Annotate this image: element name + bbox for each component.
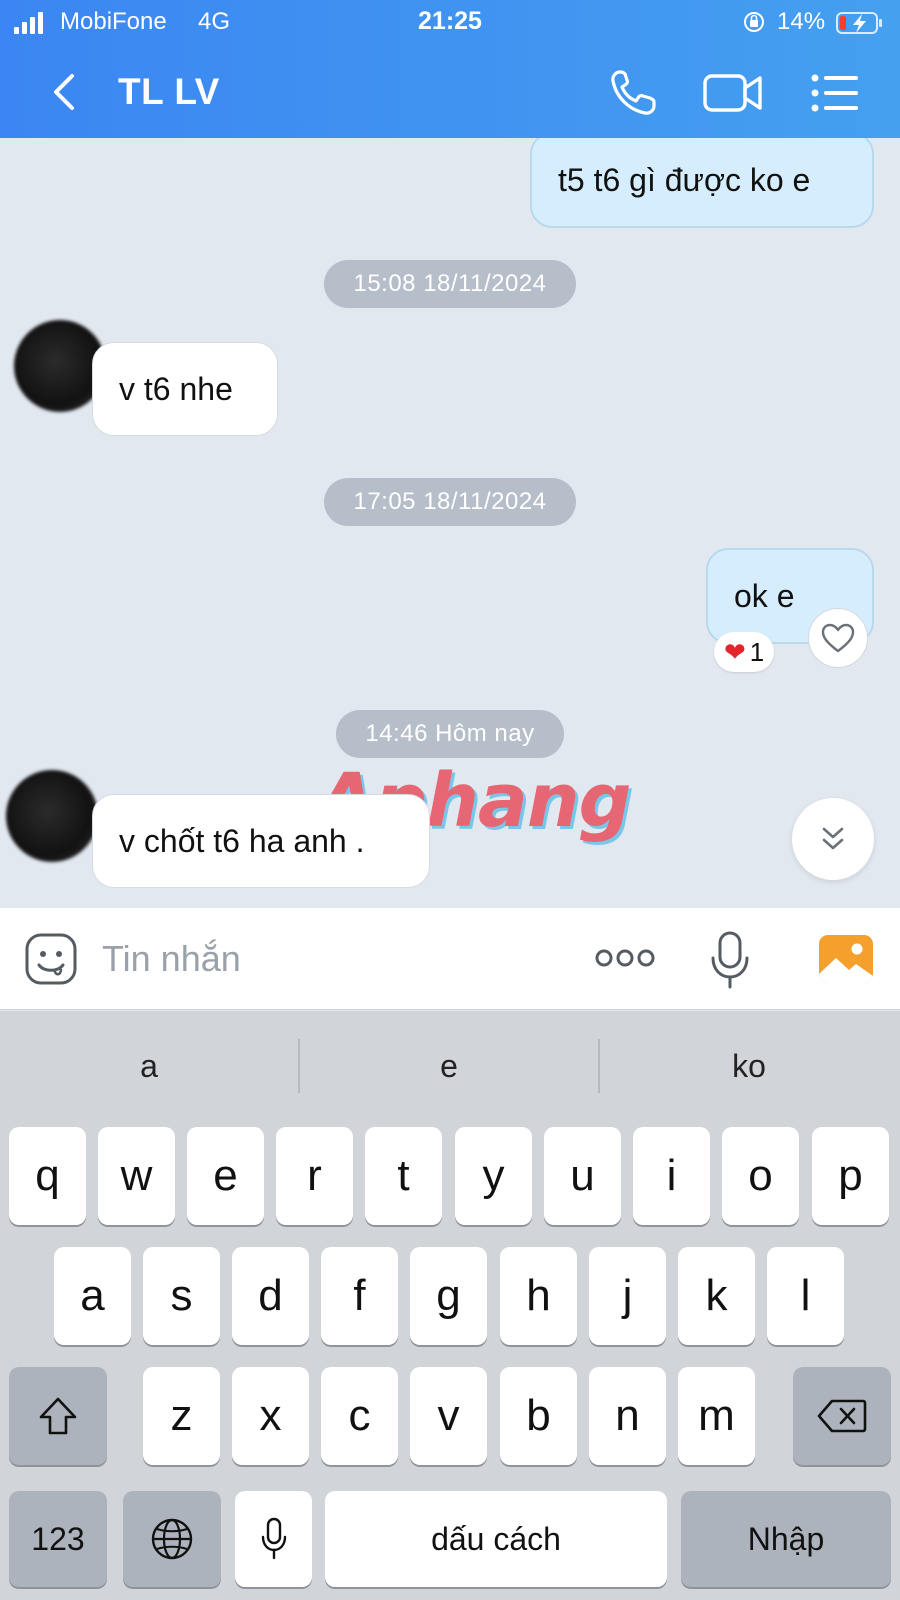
suggestion-1[interactable]: a (0, 1011, 298, 1121)
message-text: t5 t6 gì được ko e (558, 162, 811, 198)
battery-percentage: 14% (777, 8, 826, 35)
message-input[interactable] (102, 934, 562, 984)
microphone-icon (261, 1517, 286, 1560)
phone-icon[interactable] (606, 66, 660, 120)
key-r[interactable]: r (276, 1127, 353, 1225)
key-i[interactable]: i (633, 1127, 710, 1225)
battery-icon (836, 12, 882, 34)
timestamp-divider: 15:08 18/11/2024 (324, 260, 576, 308)
key-b[interactable]: b (500, 1367, 577, 1465)
on-screen-keyboard: a e ko q w e r t y u i o p a s d f g h j… (0, 1011, 900, 1600)
key-j[interactable]: j (589, 1247, 666, 1345)
like-button[interactable] (808, 608, 868, 668)
key-w[interactable]: w (98, 1127, 175, 1225)
reaction-number: 1 (749, 637, 765, 667)
status-bar: MobiFone 4G 21:25 14% (0, 0, 900, 46)
rotation-lock-icon (744, 12, 764, 32)
emoji-icon[interactable] (24, 932, 78, 986)
key-z[interactable]: z (143, 1367, 220, 1465)
message-composer (0, 908, 900, 1010)
scroll-to-bottom-button[interactable] (792, 798, 874, 880)
key-v[interactable]: v (410, 1367, 487, 1465)
microphone-icon[interactable] (708, 930, 752, 990)
backspace-icon (817, 1399, 867, 1433)
dictation-key[interactable] (235, 1491, 312, 1587)
suggestion-2[interactable]: e (300, 1011, 598, 1121)
chevron-left-icon (54, 74, 74, 110)
numbers-key[interactable]: 123 (9, 1491, 107, 1587)
back-button[interactable] (40, 64, 88, 120)
backspace-key[interactable] (793, 1367, 891, 1465)
timestamp-divider: 17:05 18/11/2024 (324, 478, 576, 526)
avatar[interactable] (6, 770, 98, 862)
globe-icon (151, 1518, 193, 1560)
key-x[interactable]: x (232, 1367, 309, 1465)
message-text: ok e (734, 578, 795, 614)
shift-icon (39, 1397, 77, 1435)
space-key[interactable]: dấu cách (325, 1491, 667, 1587)
key-c[interactable]: c (321, 1367, 398, 1465)
key-n[interactable]: n (589, 1367, 666, 1465)
key-l[interactable]: l (767, 1247, 844, 1345)
key-d[interactable]: d (232, 1247, 309, 1345)
key-q[interactable]: q (9, 1127, 86, 1225)
key-p[interactable]: p (812, 1127, 889, 1225)
key-t[interactable]: t (365, 1127, 442, 1225)
more-dots-icon[interactable] (594, 938, 656, 978)
double-chevron-down-icon (822, 827, 844, 850)
list-menu-icon[interactable] (808, 66, 862, 120)
key-a[interactable]: a (54, 1247, 131, 1345)
key-g[interactable]: g (410, 1247, 487, 1345)
key-f[interactable]: f (321, 1247, 398, 1345)
key-y[interactable]: y (455, 1127, 532, 1225)
key-k[interactable]: k (678, 1247, 755, 1345)
video-camera-icon[interactable] (702, 66, 764, 120)
red-heart-icon: ❤ (724, 637, 746, 667)
message-text: v chốt t6 ha anh . (119, 823, 365, 859)
reaction-count[interactable]: ❤ 1 (714, 632, 775, 672)
message-text: v t6 nhe (119, 371, 233, 407)
suggestion-bar: a e ko (0, 1011, 900, 1121)
conversation-title[interactable]: TL LV (118, 71, 220, 113)
shift-key[interactable] (9, 1367, 107, 1465)
globe-key[interactable] (123, 1491, 221, 1587)
message-bubble-received[interactable]: v t6 nhe (92, 342, 278, 436)
image-icon[interactable] (818, 934, 874, 984)
key-u[interactable]: u (544, 1127, 621, 1225)
key-e[interactable]: e (187, 1127, 264, 1225)
key-s[interactable]: s (143, 1247, 220, 1345)
key-h[interactable]: h (500, 1247, 577, 1345)
header-bar: MobiFone 4G 21:25 14% TL LV (0, 0, 900, 138)
key-o[interactable]: o (722, 1127, 799, 1225)
message-bubble-sent[interactable]: t5 t6 gì được ko e (530, 138, 874, 228)
return-key[interactable]: Nhập (681, 1491, 891, 1587)
key-m[interactable]: m (678, 1367, 755, 1465)
heart-outline-icon (821, 623, 855, 653)
timestamp-divider: 14:46 Hôm nay (336, 710, 564, 758)
suggestion-3[interactable]: ko (600, 1011, 898, 1121)
message-bubble-received[interactable]: v chốt t6 ha anh . (92, 794, 430, 888)
message-list[interactable]: t5 t6 gì được ko e 15:08 18/11/2024 v t6… (0, 138, 900, 908)
